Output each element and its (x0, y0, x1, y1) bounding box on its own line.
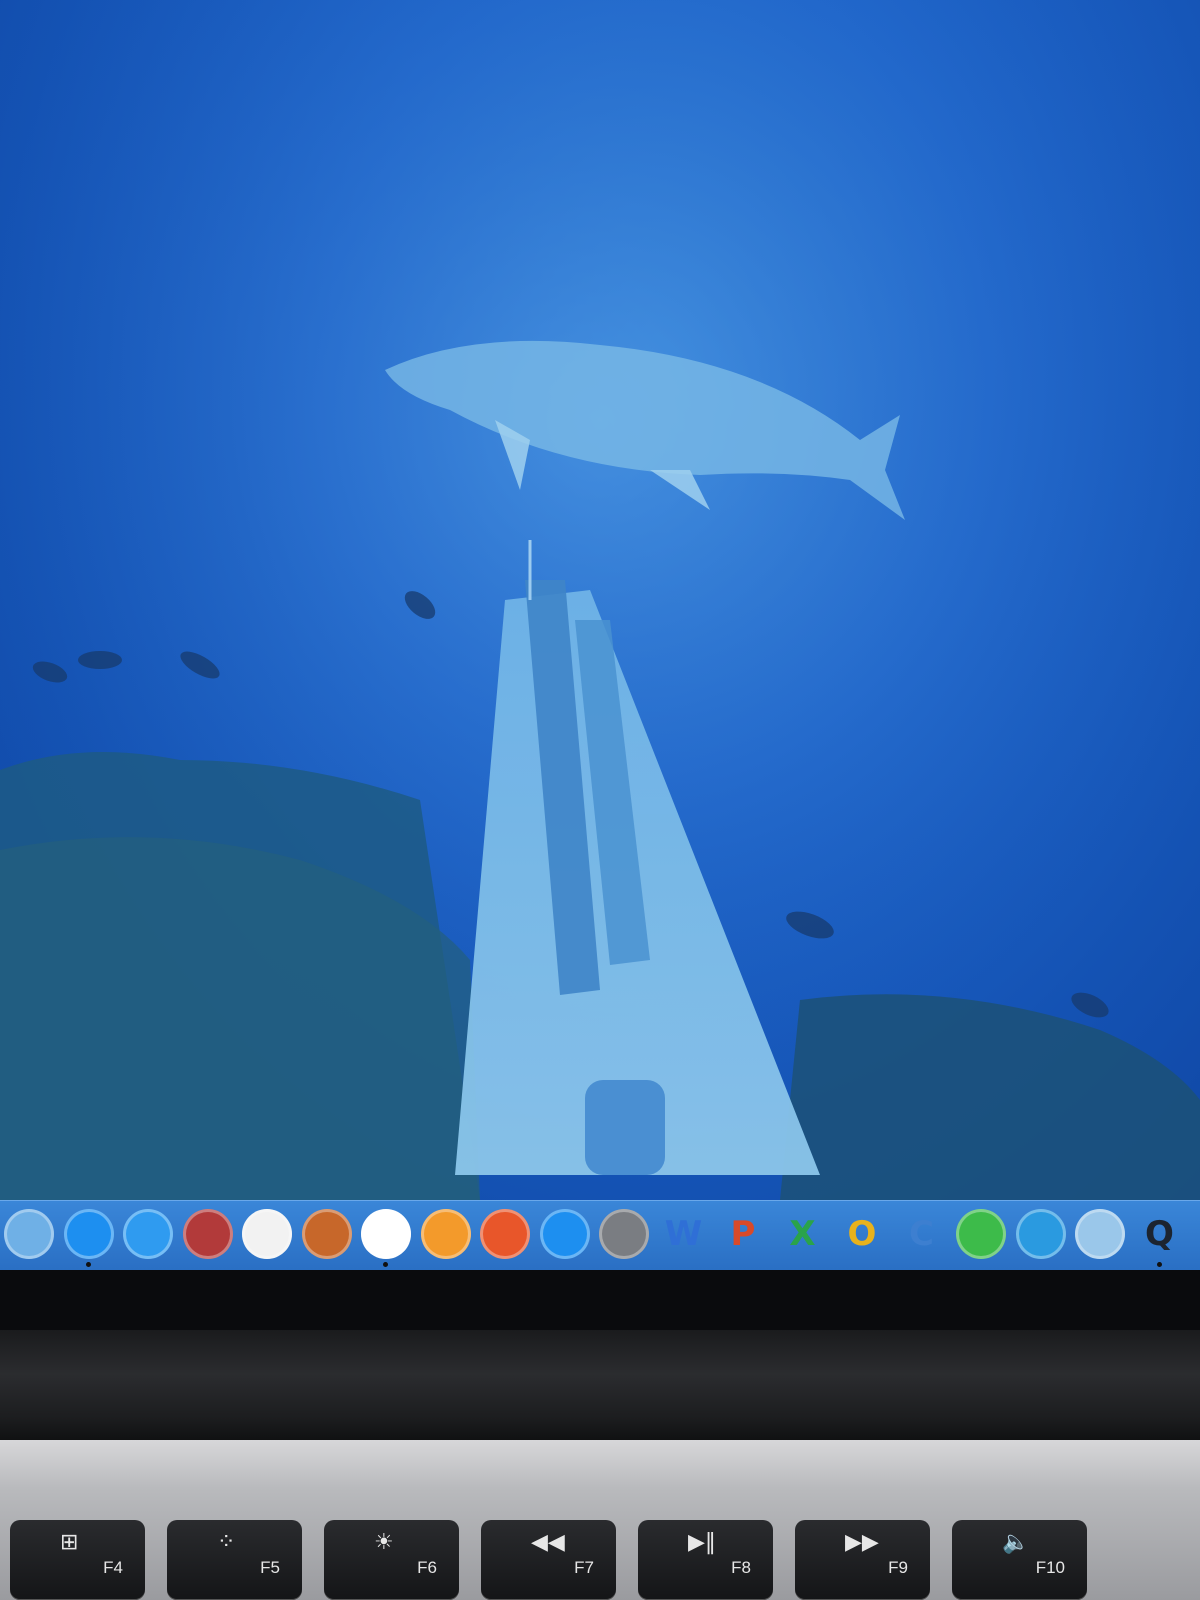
word-glyph: W (664, 1214, 703, 1254)
messages-app-icon[interactable] (123, 1209, 173, 1259)
key-f4-label: F4 (103, 1558, 123, 1577)
ibooks-app-icon[interactable] (420, 1209, 471, 1259)
key-f8-label: F8 (731, 1558, 751, 1577)
key-f9-symbol: ▶▶ (845, 1530, 879, 1555)
communicator-glyph: C (909, 1214, 934, 1254)
quicktime-glyph: Q (1145, 1214, 1174, 1254)
word-app-icon[interactable]: W (659, 1209, 709, 1259)
communicator-app-icon[interactable]: C (897, 1209, 947, 1259)
running-indicator (1156, 1262, 1162, 1267)
running-indicator (383, 1262, 388, 1267)
powerpoint-app-icon[interactable]: P (718, 1209, 768, 1259)
key-f6-label: F6 (417, 1558, 437, 1577)
photo-booth-app-icon[interactable] (182, 1209, 233, 1259)
key-f10-label: F10 (1035, 1558, 1065, 1577)
key-f9-label: F9 (888, 1558, 908, 1577)
app-store-app-icon[interactable] (539, 1209, 590, 1259)
key-f5-symbol: ⁘ (217, 1530, 236, 1555)
key-f5[interactable]: ⁘ F5 (167, 1520, 302, 1600)
desktop-wallpaper (0, 0, 1200, 1200)
outlook-glyph: O (847, 1214, 877, 1254)
preview-app-icon[interactable] (4, 1209, 54, 1259)
key-f6-symbol: ☀ (374, 1530, 394, 1555)
key-f7-symbol: ◀◀ (531, 1530, 565, 1555)
key-f4-symbol: ⊞ (60, 1530, 79, 1555)
powerpoint-glyph: P (730, 1214, 756, 1254)
key-f8[interactable]: ▶‖ F8 (638, 1520, 773, 1600)
itunes-app-icon[interactable] (242, 1209, 292, 1259)
key-f9[interactable]: ▶▶ F9 (795, 1520, 930, 1600)
underwater-wallpaper-icon (0, 0, 1200, 1200)
excel-glyph: X (789, 1214, 816, 1254)
key-f5-label: F5 (260, 1558, 280, 1577)
firefox-app-icon[interactable] (480, 1209, 530, 1259)
key-f6[interactable]: ☀ F6 (324, 1520, 459, 1600)
key-f7[interactable]: ◀◀ F7 (481, 1520, 616, 1600)
excel-app-icon[interactable]: X (778, 1209, 828, 1259)
game-app-icon[interactable] (301, 1209, 352, 1259)
download-app-icon[interactable] (1015, 1209, 1066, 1259)
safari-app-icon[interactable] (63, 1209, 114, 1267)
running-indicator (85, 1262, 91, 1267)
key-f7-label: F7 (574, 1558, 594, 1577)
screen-bezel (0, 1270, 1200, 1330)
outlook-app-icon[interactable]: O (837, 1209, 887, 1259)
key-f10-symbol: 🔈 (1002, 1530, 1030, 1555)
photos-app-icon[interactable] (361, 1209, 411, 1267)
dock: WPXOC Q (0, 1200, 1200, 1270)
laptop-hinge (0, 1330, 1200, 1440)
remote-desktop-app-icon[interactable] (1075, 1209, 1125, 1259)
key-f4[interactable]: ⊞ F4 (10, 1520, 145, 1600)
key-f10[interactable]: 🔈 F10 (952, 1520, 1087, 1600)
messenger-app-icon[interactable] (956, 1209, 1006, 1259)
system-preferences-app-icon[interactable] (599, 1209, 649, 1259)
quicktime-app-icon[interactable]: Q (1135, 1209, 1185, 1267)
key-f8-symbol: ▶‖ (688, 1530, 716, 1555)
